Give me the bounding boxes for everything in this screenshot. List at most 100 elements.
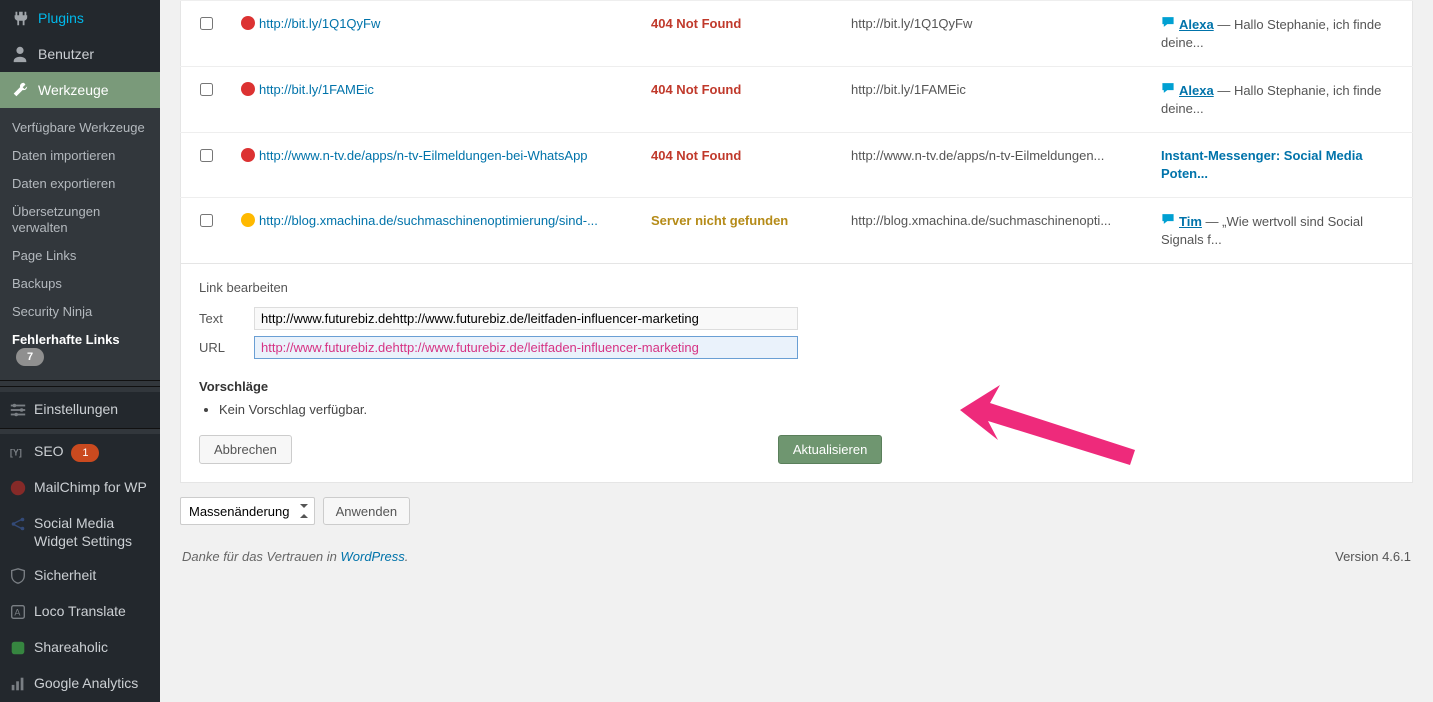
share-icon	[8, 514, 28, 534]
sidebar-item-settings[interactable]: Einstellungen	[0, 392, 160, 428]
status-icon	[241, 82, 255, 96]
status-text: 404 Not Found	[641, 1, 841, 67]
sidebar-item-label: Shareaholic	[34, 638, 108, 656]
broken-link-url[interactable]: http://www.n-tv.de/apps/n-tv-Eilmeldunge…	[259, 148, 588, 163]
text-label: Text	[199, 311, 254, 326]
analytics-icon	[8, 674, 28, 694]
sidebar-item-loco[interactable]: A Loco Translate	[0, 594, 160, 630]
update-button[interactable]: Aktualisieren	[778, 435, 882, 464]
sidebar-item-label: MailChimp for WP	[34, 478, 147, 496]
sidebar-item-label: Benutzer	[38, 45, 94, 63]
sidebar-item-label: Plugins	[38, 9, 84, 27]
comment-author-link[interactable]: Alexa	[1179, 83, 1214, 98]
users-icon	[10, 44, 30, 64]
submenu-item[interactable]: Security Ninja	[0, 298, 160, 326]
sidebar-item-benutzer[interactable]: Benutzer	[0, 36, 160, 72]
link-source: Alexa — Hallo Stephanie, ich finde deine…	[1151, 1, 1413, 67]
editor-heading: Link bearbeiten	[199, 280, 1394, 295]
submenu-item[interactable]: Page Links	[0, 242, 160, 270]
tools-submenu: Verfügbare WerkzeugeDaten importierenDat…	[0, 108, 160, 380]
main-content: http://bit.ly/1Q1QyFw404 Not Foundhttp:/…	[160, 0, 1433, 702]
cancel-button[interactable]: Abbrechen	[199, 435, 292, 464]
svg-text:A: A	[14, 608, 20, 618]
table-row: http://www.n-tv.de/apps/n-tv-Eilmeldunge…	[181, 133, 1413, 198]
row-checkbox[interactable]	[200, 149, 213, 162]
status-text: 404 Not Found	[641, 67, 841, 133]
comment-icon	[1161, 83, 1175, 98]
settings-icon	[8, 400, 28, 420]
status-icon	[241, 213, 255, 227]
sidebar-item-analytics[interactable]: Google Analytics	[0, 666, 160, 702]
update-badge: 1	[71, 444, 99, 462]
bulk-actions: Massenänderung Anwenden	[180, 497, 1413, 525]
loco-icon: A	[8, 602, 28, 622]
link-source: Instant-Messenger: Social Media Poten...	[1151, 133, 1413, 198]
row-checkbox[interactable]	[200, 17, 213, 30]
comment-icon	[1161, 17, 1175, 32]
link-text-input[interactable]	[254, 307, 798, 330]
sidebar-item-share[interactable]: Social Media Widget Settings	[0, 506, 160, 558]
sidebar-item-seo[interactable]: [Y] SEO 1	[0, 434, 160, 470]
sidebar-item-label: Einstellungen	[34, 400, 118, 418]
version-text: Version 4.6.1	[1335, 549, 1411, 564]
sidebar-item-label: Social Media Widget Settings	[34, 514, 152, 550]
sidebar-item-label: Loco Translate	[34, 602, 126, 620]
link-source: Alexa — Hallo Stephanie, ich finde deine…	[1151, 67, 1413, 133]
url-label: URL	[199, 340, 254, 355]
mailchimp-icon	[8, 478, 28, 498]
broken-link-url[interactable]: http://bit.ly/1FAMEic	[259, 82, 374, 97]
admin-footer: Danke für das Vertrauen in WordPress. Ve…	[180, 525, 1413, 570]
broken-links-table: http://bit.ly/1Q1QyFw404 Not Foundhttp:/…	[180, 0, 1413, 264]
row-checkbox[interactable]	[200, 83, 213, 96]
sidebar-item-label: Sicherheit	[34, 566, 96, 584]
broken-links-count-badge: 7	[16, 348, 44, 366]
submenu-item[interactable]: Verfügbare Werkzeuge	[0, 114, 160, 142]
comment-author-link[interactable]: Tim	[1179, 214, 1202, 229]
seo-icon: [Y]	[8, 442, 28, 462]
bulk-action-select[interactable]: Massenänderung	[180, 497, 315, 525]
submenu-item[interactable]: Daten importieren	[0, 142, 160, 170]
sidebar-item-label: Google Analytics	[34, 674, 138, 692]
sidebar-item-label: Werkzeuge	[38, 81, 109, 99]
sidebar-item-label: SEO 1	[34, 442, 99, 462]
link-text: http://blog.xmachina.de/suchmaschinenopt…	[841, 198, 1151, 264]
wordpress-link[interactable]: WordPress	[341, 549, 405, 564]
sidebar-item-mailchimp[interactable]: MailChimp for WP	[0, 470, 160, 506]
source-post-link[interactable]: Instant-Messenger: Social Media Poten...	[1161, 148, 1363, 181]
sidebar-item-shield[interactable]: Sicherheit	[0, 558, 160, 594]
table-row: http://bit.ly/1FAMEic404 Not Foundhttp:/…	[181, 67, 1413, 133]
no-suggestion-text: Kein Vorschlag verfügbar.	[219, 402, 1394, 417]
sidebar-item-werkzeuge[interactable]: Werkzeuge	[0, 72, 160, 108]
status-text: Server nicht gefunden	[641, 198, 841, 264]
plugins-icon	[10, 8, 30, 28]
tools-icon	[10, 80, 30, 100]
link-text: http://bit.ly/1Q1QyFw	[841, 1, 1151, 67]
bulk-apply-button[interactable]: Anwenden	[323, 497, 410, 525]
comment-author-link[interactable]: Alexa	[1179, 17, 1214, 32]
link-text: http://www.n-tv.de/apps/n-tv-Eilmeldunge…	[841, 133, 1151, 198]
suggestions-heading: Vorschläge	[199, 379, 1394, 394]
sidebar-item-plugins[interactable]: Plugins	[0, 0, 160, 36]
sidebar-item-shareaholic[interactable]: Shareaholic	[0, 630, 160, 666]
submenu-item-current[interactable]: Fehlerhafte Links 7	[0, 326, 160, 372]
status-icon	[241, 148, 255, 162]
submenu-item[interactable]: Übersetzungen verwalten	[0, 198, 160, 242]
link-editor-panel: Link bearbeiten Text URL Vorschläge Kein…	[180, 264, 1413, 483]
broken-link-url[interactable]: http://blog.xmachina.de/suchmaschinenopt…	[259, 213, 598, 228]
status-icon	[241, 16, 255, 30]
link-source: Tim — „Wie wertvoll sind Social Signals …	[1151, 198, 1413, 264]
footer-thanks: Danke für das Vertrauen in WordPress.	[182, 549, 408, 564]
table-row: http://bit.ly/1Q1QyFw404 Not Foundhttp:/…	[181, 1, 1413, 67]
comment-icon	[1161, 214, 1175, 229]
link-url-input[interactable]	[254, 336, 798, 359]
shareaholic-icon	[8, 638, 28, 658]
row-checkbox[interactable]	[200, 214, 213, 227]
admin-sidebar: Plugins Benutzer Werkzeuge Verfügbare Werk…	[0, 0, 160, 702]
status-text: 404 Not Found	[641, 133, 841, 198]
submenu-item[interactable]: Daten exportieren	[0, 170, 160, 198]
shield-icon	[8, 566, 28, 586]
submenu-item[interactable]: Backups	[0, 270, 160, 298]
broken-link-url[interactable]: http://bit.ly/1Q1QyFw	[259, 16, 380, 31]
link-text: http://bit.ly/1FAMEic	[841, 67, 1151, 133]
svg-text:[Y]: [Y]	[10, 448, 22, 458]
